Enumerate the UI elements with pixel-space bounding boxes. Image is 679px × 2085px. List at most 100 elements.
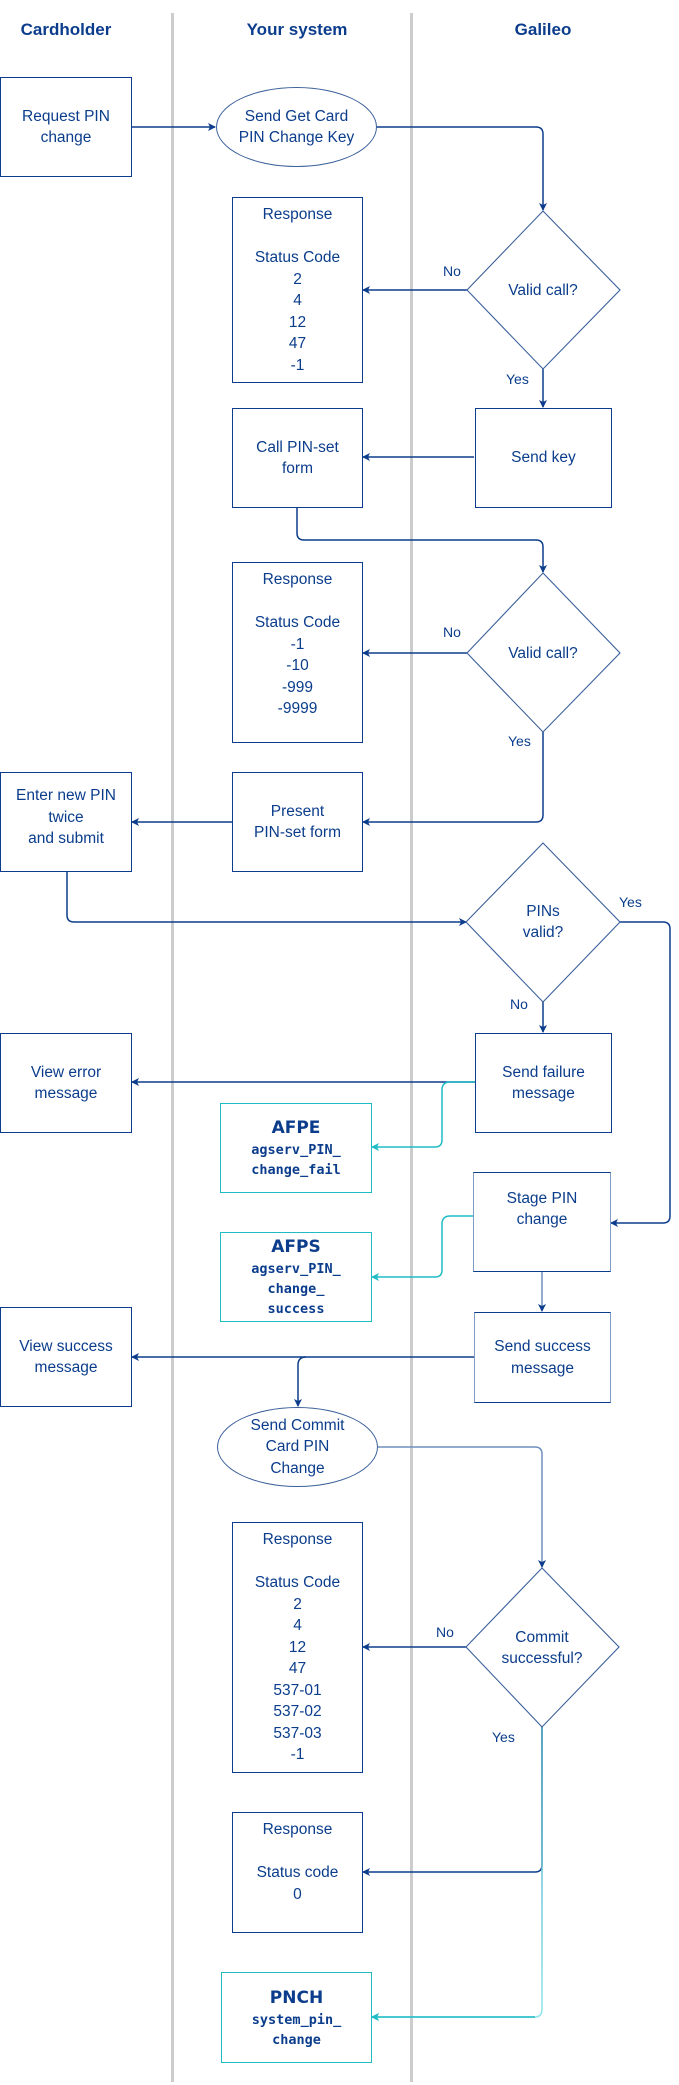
request-pin-change-step: Request PIN change <box>0 77 132 177</box>
status-code: 47 <box>288 335 307 352</box>
status-code-label: Status code <box>256 1864 339 1881</box>
status-code: 12 <box>288 313 307 331</box>
response-3-box: Response Status Code 2 4 12 47 537-01 53… <box>232 1522 363 1773</box>
event-name: change_ <box>267 1281 325 1297</box>
step-text: Change <box>270 1459 325 1477</box>
step-text: message <box>34 1359 98 1376</box>
edge-success-to-commit <box>294 1356 307 1407</box>
decision-text: Valid call? <box>508 644 578 662</box>
event-code: PNCH <box>269 1987 324 2008</box>
send-commit-card-pin-change-call: Send Commit Card PIN Change <box>217 1407 378 1487</box>
event-name: agserv_PIN_ <box>251 1142 341 1158</box>
response-4-box: Response Status code 0 <box>232 1812 363 1933</box>
step-text: message <box>512 1085 575 1102</box>
afpe-event-box: AFPE agserv_PIN_ change_fail <box>220 1103 372 1193</box>
view-error-message-step: View error message <box>0 1033 132 1133</box>
step-text: Present <box>270 802 325 820</box>
edge-enter-to-pins-valid <box>66 872 467 926</box>
status-code: 4 <box>293 292 302 309</box>
status-code-label: Status Code <box>254 1574 341 1591</box>
event-name: agserv_PIN_ <box>251 1261 341 1277</box>
valid-call-2-no-label: No <box>443 624 461 640</box>
status-code: 537-01 <box>273 1681 322 1699</box>
step-text: message <box>511 1359 574 1377</box>
pins-valid-no-label: No <box>510 996 528 1012</box>
step-text: message <box>34 1085 98 1102</box>
step-text: change <box>516 1211 568 1228</box>
step-text: form <box>282 460 313 477</box>
response-1-box: Response Status Code 2 4 12 47 -1 <box>232 197 363 383</box>
send-success-message-step: Send success message <box>474 1312 611 1403</box>
response-title: Response <box>262 571 333 588</box>
status-code: 0 <box>293 1885 302 1903</box>
status-code: -9999 <box>277 700 318 717</box>
decision-text: valid? <box>522 924 564 941</box>
step-text: Stage PIN <box>506 1189 578 1207</box>
status-code: -10 <box>286 657 309 674</box>
step-text: Call PIN-set <box>256 438 339 456</box>
stage-pin-change-step: Stage PIN change <box>473 1172 611 1272</box>
event-name: change_fail <box>251 1162 341 1178</box>
status-code: 4 <box>293 1617 302 1634</box>
pins-valid-yes-label: Yes <box>619 894 642 910</box>
send-failure-message-step: Send failure message <box>475 1033 612 1133</box>
step-text: View success <box>19 1337 113 1355</box>
step-text: change <box>40 129 92 146</box>
step-text: Enter new PIN <box>16 787 116 804</box>
edge-stage-to-afps <box>371 1215 473 1281</box>
decision-text: PINs <box>526 903 560 920</box>
pnch-event-box: PNCH system_pin_ change <box>221 1972 372 2063</box>
send-get-card-pin-change-key-call: Send Get Card PIN Change Key <box>216 87 377 167</box>
call-pin-set-form-step: Call PIN-set form <box>232 408 363 508</box>
status-code: -999 <box>281 678 314 696</box>
edge-send-get-key-to-valid-call-1 <box>376 126 547 211</box>
step-text: PIN-set form <box>254 824 341 841</box>
status-code: 2 <box>293 270 302 288</box>
status-code: -1 <box>290 1746 305 1763</box>
present-pin-set-form-step: Present PIN-set form <box>232 772 363 872</box>
commit-successful-label: Commit successful? <box>476 1625 608 1671</box>
status-code: 537-03 <box>273 1724 322 1742</box>
step-text: View error <box>30 1063 102 1081</box>
decision-text: Valid call? <box>508 281 578 299</box>
status-code: 47 <box>288 1660 307 1677</box>
step-text: and submit <box>28 830 104 847</box>
step-text: PIN Change Key <box>238 129 355 146</box>
enter-new-pin-step: Enter new PIN twice and submit <box>0 772 132 872</box>
edge-failure-to-afpe <box>371 1081 475 1151</box>
event-code: AFPE <box>271 1118 321 1138</box>
status-code: 12 <box>288 1638 307 1656</box>
valid-call-1-yes-label: Yes <box>506 371 529 387</box>
step-text: Send failure <box>502 1063 585 1081</box>
step-text: Send success <box>494 1338 591 1355</box>
response-title: Response <box>262 1531 333 1548</box>
event-name: change <box>272 2031 321 2048</box>
decision-text: Commit <box>515 1629 569 1646</box>
edge-commit-yes-response <box>362 1727 543 1876</box>
event-name: system_pin_ <box>251 2011 342 2028</box>
valid-call-2-label: Valid call? <box>477 633 609 673</box>
response-2-box: Response Status Code -1 -10 -999 -9999 <box>232 562 363 743</box>
status-code: -1 <box>290 635 305 653</box>
valid-call-1-label: Valid call? <box>477 270 609 310</box>
step-text: Send Commit <box>250 1416 345 1434</box>
step-text: Request PIN <box>22 107 110 125</box>
pins-valid-label: PINs valid? <box>477 899 609 945</box>
response-title: Response <box>262 1821 333 1838</box>
afps-event-box: AFPS agserv_PIN_ change_ success <box>220 1232 372 1322</box>
step-text: Send key <box>511 449 576 467</box>
commit-no-label: No <box>436 1624 454 1640</box>
step-text: twice <box>48 808 84 826</box>
event-name: success <box>267 1301 325 1317</box>
edge-commit-to-commit-successful <box>378 1446 546 1568</box>
status-code-label: Status Code <box>254 614 341 631</box>
send-key-step: Send key <box>475 408 612 508</box>
event-code: AFPS <box>271 1237 321 1257</box>
view-success-message-step: View success message <box>0 1307 132 1407</box>
status-code: 2 <box>293 1595 302 1613</box>
step-text: Send Get Card <box>244 107 349 125</box>
valid-call-1-no-label: No <box>443 263 461 279</box>
commit-yes-label: Yes <box>492 1729 515 1745</box>
edge-pins-valid-yes <box>610 921 671 1227</box>
status-code: -1 <box>290 356 305 374</box>
